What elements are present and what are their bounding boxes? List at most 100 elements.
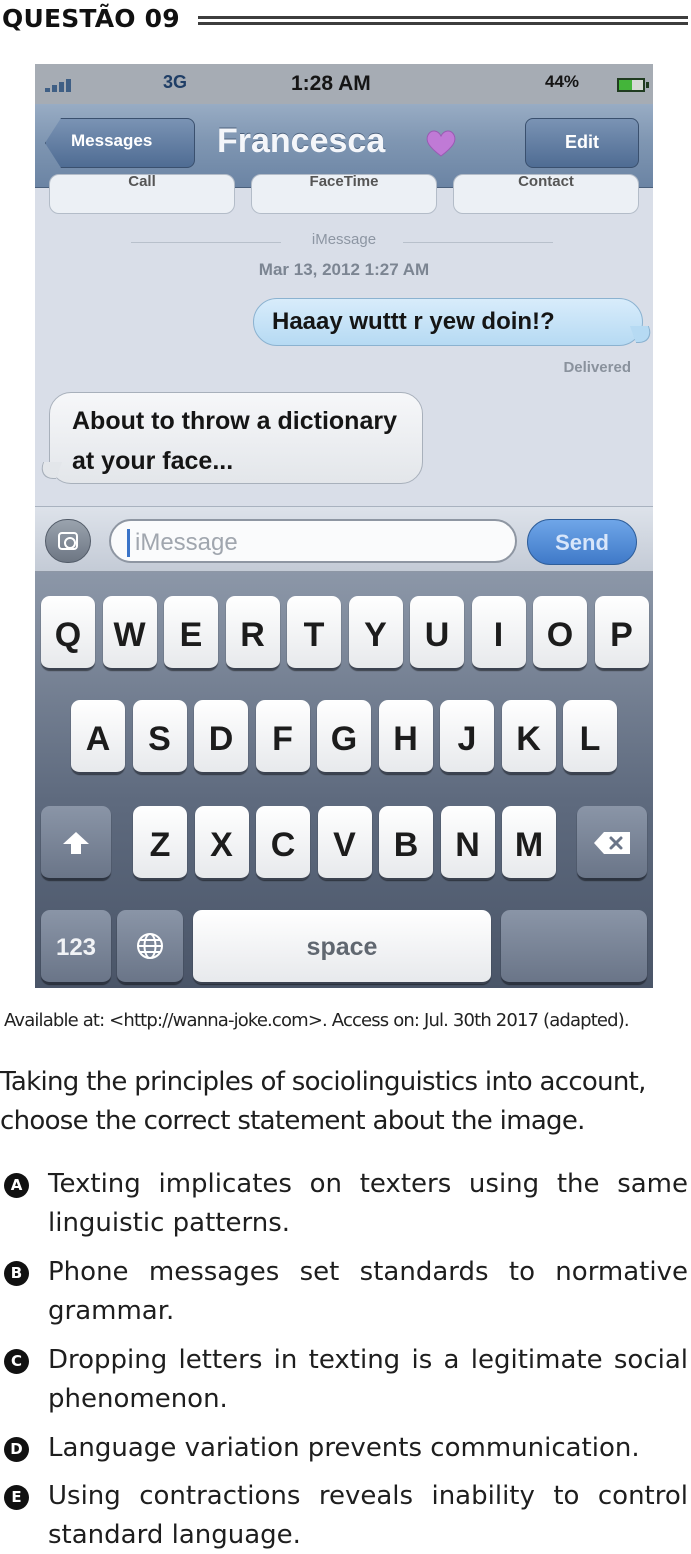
key-y[interactable]: Y: [348, 596, 403, 670]
delete-key[interactable]: [577, 806, 647, 880]
facetime-action-label: FaceTime: [309, 173, 379, 190]
camera-button[interactable]: [45, 519, 91, 563]
key-label: Z: [149, 826, 171, 864]
question-prompt: Taking the principles of sociolinguistic…: [0, 1067, 646, 1136]
key-label: G: [330, 720, 358, 758]
option-text: Texting implicates on texters using the …: [48, 1169, 688, 1238]
call-action-button[interactable]: Call: [49, 173, 235, 214]
return-key[interactable]: [501, 910, 647, 984]
option-text: Dropping letters in texting is a legitim…: [48, 1345, 688, 1414]
image-source-caption: Available at: <http://wanna-joke.com>. A…: [4, 1010, 630, 1031]
key-label: B: [393, 826, 419, 864]
option-letter-badge: D: [4, 1437, 29, 1462]
key-r[interactable]: R: [225, 596, 280, 670]
key-label: D: [208, 720, 234, 758]
key-w[interactable]: W: [102, 596, 157, 670]
header-rule: [198, 16, 688, 28]
facetime-action-button[interactable]: FaceTime: [251, 173, 437, 214]
received-message-bubble[interactable]: About to throw a dictionary at your face…: [49, 392, 423, 484]
key-j[interactable]: J: [440, 700, 494, 774]
key-q[interactable]: Q: [41, 596, 95, 670]
contact-actions: Call FaceTime Contact: [35, 173, 653, 218]
phone-screenshot: 3G 1:28 AM 44% Messages Francesca Edit C…: [35, 64, 653, 988]
key-label: E: [179, 616, 203, 654]
contact-action-button[interactable]: Contact: [453, 173, 639, 214]
option-text: Using contractions reveals inability to …: [48, 1481, 688, 1550]
key-f[interactable]: F: [255, 700, 310, 774]
key-label: U: [424, 616, 450, 654]
delivered-status: Delivered: [563, 359, 631, 376]
sent-message-text: Haaay wuttt r yew doin!?: [272, 308, 555, 335]
send-button[interactable]: Send: [527, 519, 637, 565]
key-label: M: [514, 826, 544, 864]
status-bar: 3G 1:28 AM 44%: [35, 64, 653, 104]
globe-key[interactable]: [117, 910, 183, 984]
shift-key[interactable]: [41, 806, 111, 880]
sent-message-bubble[interactable]: Haaay wuttt r yew doin!?: [253, 298, 643, 346]
key-z[interactable]: Z: [133, 806, 187, 880]
key-c[interactable]: C: [256, 806, 310, 880]
key-i[interactable]: I: [471, 596, 526, 670]
message-input-placeholder: iMessage: [135, 529, 238, 556]
key-u[interactable]: U: [410, 596, 464, 670]
battery-percent: 44%: [545, 72, 580, 91]
contact-action-label: Contact: [518, 173, 574, 190]
key-p[interactable]: P: [594, 596, 649, 670]
heart-icon: [426, 130, 456, 157]
key-label: F: [272, 720, 293, 758]
key-label: Q: [54, 616, 82, 654]
service-label: iMessage: [311, 231, 377, 248]
text-cursor: [127, 529, 130, 557]
message-input[interactable]: iMessage: [109, 519, 517, 563]
key-x[interactable]: X: [194, 806, 249, 880]
received-message-text: About to throw a dictionary at your face…: [72, 407, 397, 475]
key-label: I: [493, 616, 504, 654]
camera-icon: [58, 532, 78, 550]
answer-option-e[interactable]: E Using contractions reveals inability t…: [0, 1477, 690, 1554]
key-g[interactable]: G: [317, 700, 371, 774]
contact-name: Francesca: [217, 122, 386, 160]
key-d[interactable]: D: [194, 700, 248, 774]
answer-option-b[interactable]: B Phone messages set standards to normat…: [0, 1253, 690, 1333]
key-label: R: [240, 616, 265, 654]
key-label: O: [546, 616, 574, 654]
key-a[interactable]: A: [71, 700, 125, 774]
answer-option-c[interactable]: C Dropping letters in texting is a legit…: [0, 1341, 690, 1421]
key-v[interactable]: V: [317, 806, 372, 880]
key-label: L: [579, 720, 601, 758]
key-m[interactable]: M: [502, 806, 556, 880]
key-label: Y: [364, 616, 387, 654]
backspace-icon: [594, 832, 630, 854]
key-label: V: [333, 826, 356, 864]
key-n[interactable]: N: [440, 806, 495, 880]
answer-option-a[interactable]: A Texting implicates on texters using th…: [0, 1165, 690, 1245]
key-b[interactable]: B: [379, 806, 433, 880]
key-k[interactable]: K: [501, 700, 556, 774]
key-t[interactable]: T: [287, 596, 341, 670]
numbers-key-label: 123: [55, 934, 97, 961]
space-key[interactable]: space: [193, 910, 491, 984]
key-label: N: [455, 826, 480, 864]
option-letter-badge: B: [4, 1261, 29, 1286]
messages-back-button[interactable]: Messages: [45, 118, 195, 168]
key-label: P: [610, 616, 633, 654]
key-l[interactable]: L: [563, 700, 617, 774]
key-label: H: [393, 720, 418, 758]
key-label: A: [85, 720, 111, 758]
option-letter-badge: E: [4, 1485, 29, 1510]
answer-option-d[interactable]: D Language variation prevents communicat…: [0, 1429, 690, 1469]
option-letter-badge: C: [4, 1349, 29, 1374]
key-h[interactable]: H: [378, 700, 433, 774]
key-o[interactable]: O: [533, 596, 587, 670]
key-e[interactable]: E: [164, 596, 218, 670]
shift-arrow-icon: [63, 832, 89, 854]
edit-button[interactable]: Edit: [525, 118, 639, 168]
key-label: S: [148, 720, 171, 758]
message-thread: iMessage Mar 13, 2012 1:27 AM Haaay wutt…: [35, 218, 653, 506]
numbers-key[interactable]: 123: [41, 910, 111, 984]
question-header: QUESTÃO 09: [0, 4, 691, 38]
battery-icon: [617, 78, 649, 92]
space-key-label: space: [306, 933, 378, 961]
key-s[interactable]: S: [132, 700, 187, 774]
signal-icon: [45, 76, 79, 92]
